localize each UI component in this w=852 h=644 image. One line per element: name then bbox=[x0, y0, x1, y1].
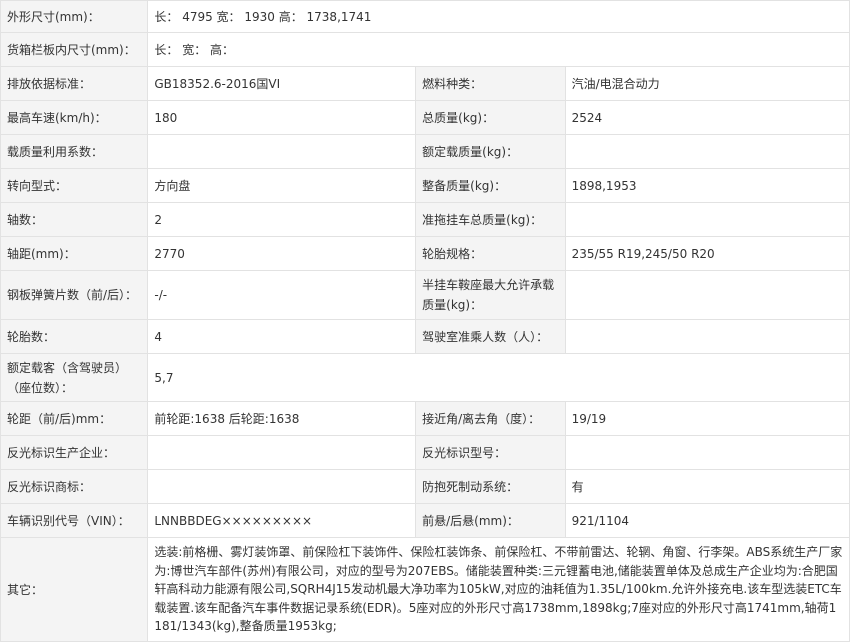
value-cab-capacity bbox=[564, 319, 851, 354]
value-steering-type: 方向盘 bbox=[147, 168, 417, 203]
label-load-utilization: 载质量利用系数： bbox=[0, 134, 149, 169]
value-max-speed: 180 bbox=[147, 100, 417, 135]
table-row: 其它： 选装:前格栅、雾灯装饰罩、前保险杠下装饰件、保险杠装饰条、前保险杠、不带… bbox=[0, 537, 850, 642]
table-row: 轮距（前/后)mm： 前轮距:1638 后轮距:1638 接近角/离去角（度）：… bbox=[0, 401, 851, 436]
value-leaf-springs: -/- bbox=[147, 270, 417, 320]
label-curb-mass: 整备质量(kg)： bbox=[415, 168, 566, 203]
value-rated-load bbox=[564, 134, 851, 169]
label-abs: 防抱死制动系统： bbox=[415, 469, 566, 504]
table-row: 车辆识别代号（VIN）： LNNBBDEG××××××××× 前悬/后悬(mm)… bbox=[0, 503, 851, 538]
table-row: 反光标识生产企业： 反光标识型号： bbox=[0, 435, 851, 470]
label-cargo-box-dimensions: 货箱栏板内尺寸(mm)： bbox=[0, 32, 149, 67]
label-reflector-model: 反光标识型号： bbox=[415, 435, 566, 470]
label-outer-dimensions: 外形尺寸(mm)： bbox=[0, 0, 149, 33]
label-reflector-brand: 反光标识商标： bbox=[0, 469, 149, 504]
label-cab-capacity: 驾驶室准乘人数（人）： bbox=[415, 319, 566, 354]
table-row: 载质量利用系数： 额定载质量(kg)： bbox=[0, 134, 851, 169]
value-reflector-manufacturer bbox=[147, 435, 417, 470]
label-rated-passengers: 额定载客（含驾驶员）（座位数）： bbox=[0, 353, 149, 402]
value-remarks: 选装:前格栅、雾灯装饰罩、前保险杠下装饰件、保险杠装饰条、前保险杠、不带前雷达、… bbox=[147, 537, 850, 642]
value-tire-count: 4 bbox=[147, 319, 417, 354]
value-saddle-load bbox=[564, 270, 851, 320]
label-overhang: 前悬/后悬(mm)： bbox=[415, 503, 566, 538]
table-row: 钢板弹簧片数（前/后）： -/- 半挂车鞍座最大允许承载质量(kg)： bbox=[0, 270, 851, 320]
table-row: 轮胎数： 4 驾驶室准乘人数（人）： bbox=[0, 319, 851, 354]
label-saddle-load: 半挂车鞍座最大允许承载质量(kg)： bbox=[415, 270, 566, 320]
table-row: 反光标识商标： 防抱死制动系统： 有 bbox=[0, 469, 851, 504]
value-axle-count: 2 bbox=[147, 202, 417, 237]
label-leaf-springs: 钢板弹簧片数（前/后）： bbox=[0, 270, 149, 320]
value-rated-passengers: 5,7 bbox=[147, 353, 850, 402]
label-total-mass: 总质量(kg)： bbox=[415, 100, 566, 135]
label-steering-type: 转向型式： bbox=[0, 168, 149, 203]
table-row: 轴距(mm)： 2770 轮胎规格： 235/55 R19,245/50 R20 bbox=[0, 236, 851, 271]
label-axle-count: 轴数： bbox=[0, 202, 149, 237]
label-remarks: 其它： bbox=[0, 537, 149, 642]
table-row: 额定载客（含驾驶员）（座位数）： 5,7 bbox=[0, 353, 850, 402]
label-fuel-type: 燃料种类： bbox=[415, 66, 566, 101]
value-vin: LNNBBDEG××××××××× bbox=[147, 503, 417, 538]
value-tire-spec: 235/55 R19,245/50 R20 bbox=[564, 236, 851, 271]
label-max-speed: 最高车速(km/h)： bbox=[0, 100, 149, 135]
label-tire-count: 轮胎数： bbox=[0, 319, 149, 354]
vehicle-spec-table: 外形尺寸(mm)： 长： 4795 宽： 1930 高： 1738,1741 货… bbox=[0, 0, 851, 642]
label-emission-standard: 排放依据标准： bbox=[0, 66, 149, 101]
table-row: 转向型式： 方向盘 整备质量(kg)： 1898,1953 bbox=[0, 168, 851, 203]
label-reflector-manufacturer: 反光标识生产企业： bbox=[0, 435, 149, 470]
table-row: 排放依据标准： GB18352.6-2016国VI 燃料种类： 汽油/电混合动力 bbox=[0, 66, 851, 101]
label-rated-load: 额定载质量(kg)： bbox=[415, 134, 566, 169]
value-approach-departure-angle: 19/19 bbox=[564, 401, 851, 436]
value-curb-mass: 1898,1953 bbox=[564, 168, 851, 203]
value-emission-standard: GB18352.6-2016国VI bbox=[147, 66, 417, 101]
value-wheelbase: 2770 bbox=[147, 236, 417, 271]
value-reflector-model bbox=[564, 435, 851, 470]
value-fuel-type: 汽油/电混合动力 bbox=[564, 66, 851, 101]
label-vin: 车辆识别代号（VIN）： bbox=[0, 503, 149, 538]
table-row: 货箱栏板内尺寸(mm)： 长： 宽： 高： bbox=[0, 32, 850, 67]
label-track-width: 轮距（前/后)mm： bbox=[0, 401, 149, 436]
value-trailer-mass bbox=[564, 202, 851, 237]
label-tire-spec: 轮胎规格： bbox=[415, 236, 566, 271]
value-outer-dimensions: 长： 4795 宽： 1930 高： 1738,1741 bbox=[147, 0, 850, 33]
table-row: 外形尺寸(mm)： 长： 4795 宽： 1930 高： 1738,1741 bbox=[0, 0, 850, 33]
table-row: 轴数： 2 准拖挂车总质量(kg)： bbox=[0, 202, 851, 237]
value-overhang: 921/1104 bbox=[564, 503, 851, 538]
value-load-utilization bbox=[147, 134, 417, 169]
label-trailer-mass: 准拖挂车总质量(kg)： bbox=[415, 202, 566, 237]
value-track-width: 前轮距:1638 后轮距:1638 bbox=[147, 401, 417, 436]
value-cargo-box-dimensions: 长： 宽： 高： bbox=[147, 32, 850, 67]
label-wheelbase: 轴距(mm)： bbox=[0, 236, 149, 271]
value-abs: 有 bbox=[564, 469, 851, 504]
label-approach-departure-angle: 接近角/离去角（度）： bbox=[415, 401, 566, 436]
value-reflector-brand bbox=[147, 469, 417, 504]
table-row: 最高车速(km/h)： 180 总质量(kg)： 2524 bbox=[0, 100, 851, 135]
value-total-mass: 2524 bbox=[564, 100, 851, 135]
